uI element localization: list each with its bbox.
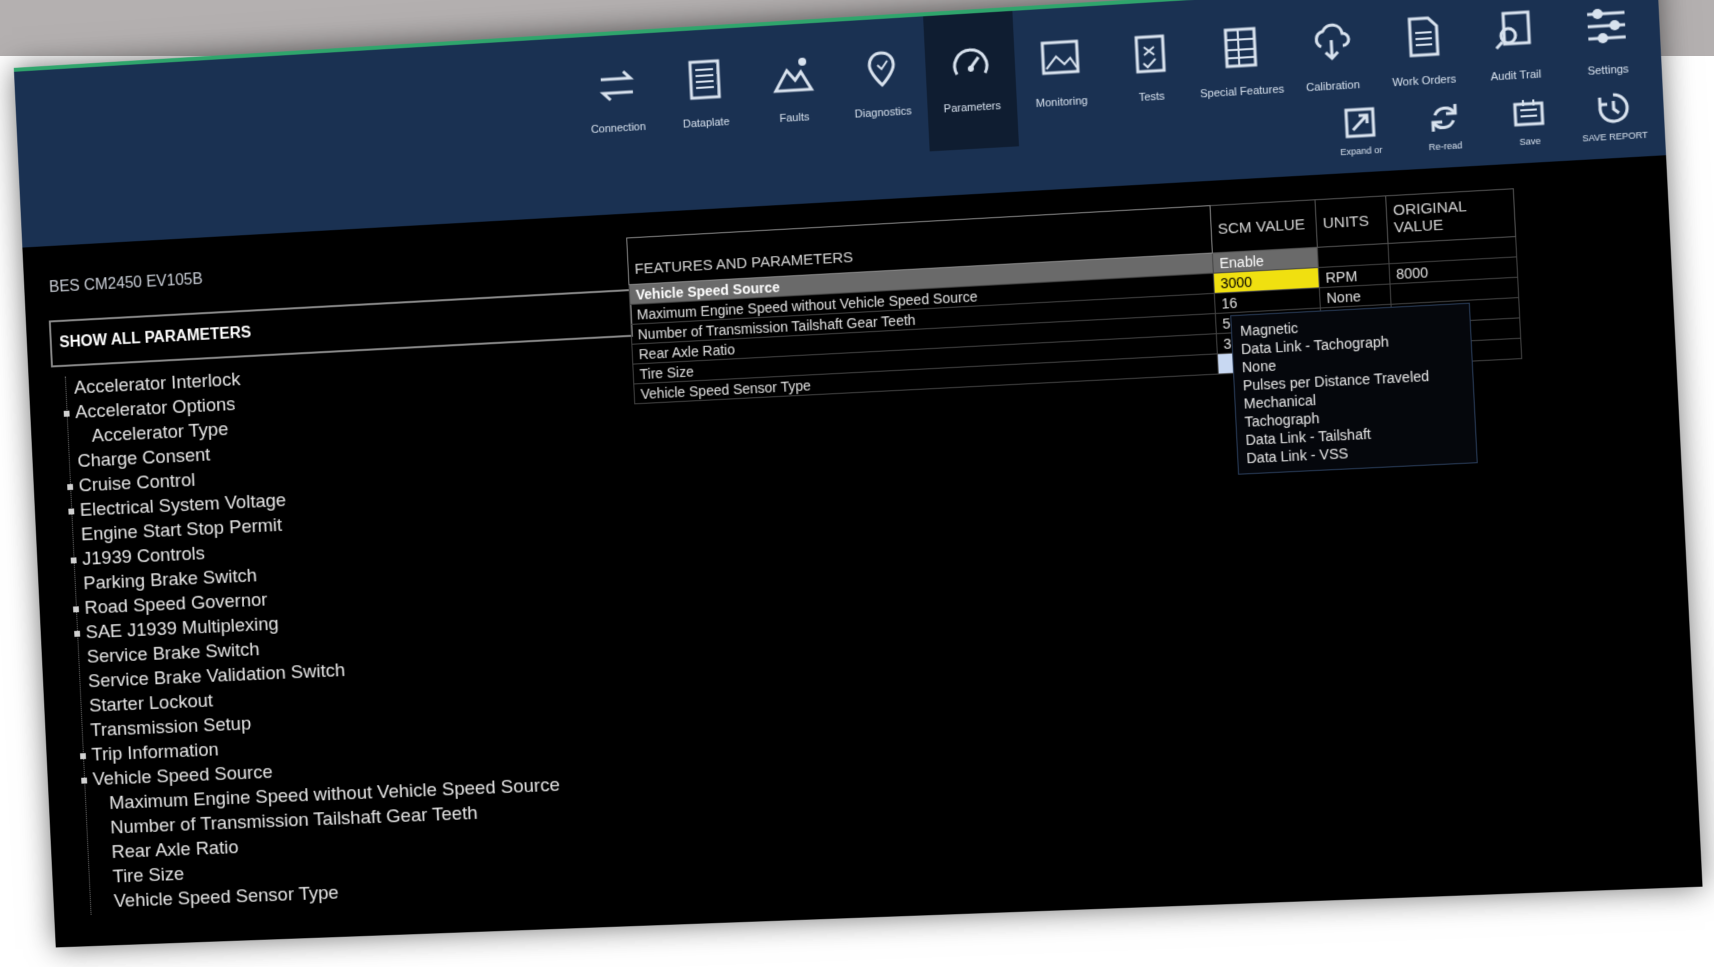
expand-toggle-icon[interactable]	[74, 630, 81, 637]
save-report-button[interactable]: SAVE REPORT	[1570, 88, 1658, 144]
save-button[interactable]: Save	[1485, 93, 1572, 149]
tree-item-label: Cruise Control	[78, 470, 196, 497]
expand-icon	[1342, 104, 1379, 140]
nav-label: Faults	[779, 111, 810, 126]
nav-label: Special Features	[1199, 83, 1285, 101]
nav-label: Connection	[590, 120, 647, 137]
faults-icon	[769, 57, 815, 97]
reread-button[interactable]: Re-read	[1401, 98, 1488, 154]
expand-toggle-icon[interactable]	[63, 410, 70, 417]
app-window: Connection Dataplate Faults Diagnostics Para…	[13, 0, 1703, 948]
tests-icon	[1126, 29, 1173, 76]
audit-trail-icon	[1490, 8, 1538, 55]
units-column-header: UNITS	[1314, 195, 1389, 248]
nav-item-diagnostics[interactable]: Diagnostics	[834, 16, 929, 156]
diagnostics-icon	[858, 46, 904, 93]
tree-list: Accelerator Interlock Accelerator Options…	[63, 346, 660, 915]
save-icon	[1510, 95, 1547, 132]
nav-label: Audit Trail	[1490, 68, 1542, 84]
sensor-type-dropdown-list: Magnetic Data Link - Tachograph None Pulses…	[1230, 302, 1478, 475]
nav-item-dataplate[interactable]: Dataplate	[658, 27, 753, 167]
connection-icon	[594, 62, 639, 108]
tree-item-label: Trip Information	[91, 739, 220, 766]
expand-toggle-icon[interactable]	[68, 508, 75, 515]
nav-item-connection[interactable]: Connection	[570, 33, 664, 172]
nav-label: Monitoring	[1035, 94, 1089, 111]
nav-label: Tests	[1138, 90, 1166, 105]
expand-toggle-icon[interactable]	[81, 777, 88, 784]
nav-item-tests[interactable]: Tests	[1102, 0, 1199, 141]
dataplate-icon	[681, 56, 727, 102]
device-id: BES CM2450 EV105B	[48, 270, 204, 297]
action-label: Re-read	[1428, 140, 1463, 153]
settings-icon	[1582, 2, 1630, 50]
save-report-icon	[1595, 90, 1632, 127]
nav-label: Settings	[1587, 63, 1630, 78]
nav-label: Work Orders	[1392, 73, 1457, 90]
action-label: Save	[1519, 135, 1541, 148]
special-features-icon	[1216, 24, 1263, 71]
original-value-column-header: ORIGINAL VALUE	[1385, 188, 1516, 244]
action-label: SAVE REPORT	[1582, 129, 1649, 144]
nav-item-faults[interactable]: Faults	[746, 22, 841, 162]
expand-toggle-icon[interactable]	[67, 483, 74, 491]
expand-toggle-icon[interactable]	[72, 606, 80, 613]
nav-item-monitoring[interactable]: Monitoring	[1012, 5, 1108, 146]
action-label: Expand or	[1340, 144, 1383, 158]
calibration-icon	[1307, 19, 1354, 66]
tree-item-label: Vehicle Speed Sensor Type	[113, 882, 340, 912]
nav-label: Dataplate	[682, 116, 730, 131]
reread-icon	[1426, 100, 1463, 137]
nav-label: Calibration	[1305, 79, 1361, 95]
parameter-tree: SHOW ALL PARAMETERS Accelerator Interloc…	[48, 289, 660, 915]
scm-value-column-header: SCM VALUE	[1210, 199, 1318, 254]
nav-item-special-features[interactable]: Special Features	[1192, 0, 1289, 136]
nav-item-parameters[interactable]: Parameters	[923, 10, 1020, 152]
expand-button[interactable]: Expand or	[1317, 103, 1404, 158]
nav-label: Diagnostics	[854, 105, 912, 121]
work-orders-icon	[1398, 13, 1445, 60]
expand-toggle-icon[interactable]	[70, 557, 77, 564]
parameters-icon	[947, 40, 993, 87]
tree-item-label: Rear Axle Ratio	[111, 837, 239, 863]
monitoring-icon	[1036, 35, 1083, 82]
nav-label: Parameters	[943, 100, 1002, 116]
tree-item-label: Starter Lockout	[88, 690, 214, 717]
tree-item-label: Tire Size	[112, 864, 185, 888]
expand-toggle-icon[interactable]	[80, 753, 87, 760]
